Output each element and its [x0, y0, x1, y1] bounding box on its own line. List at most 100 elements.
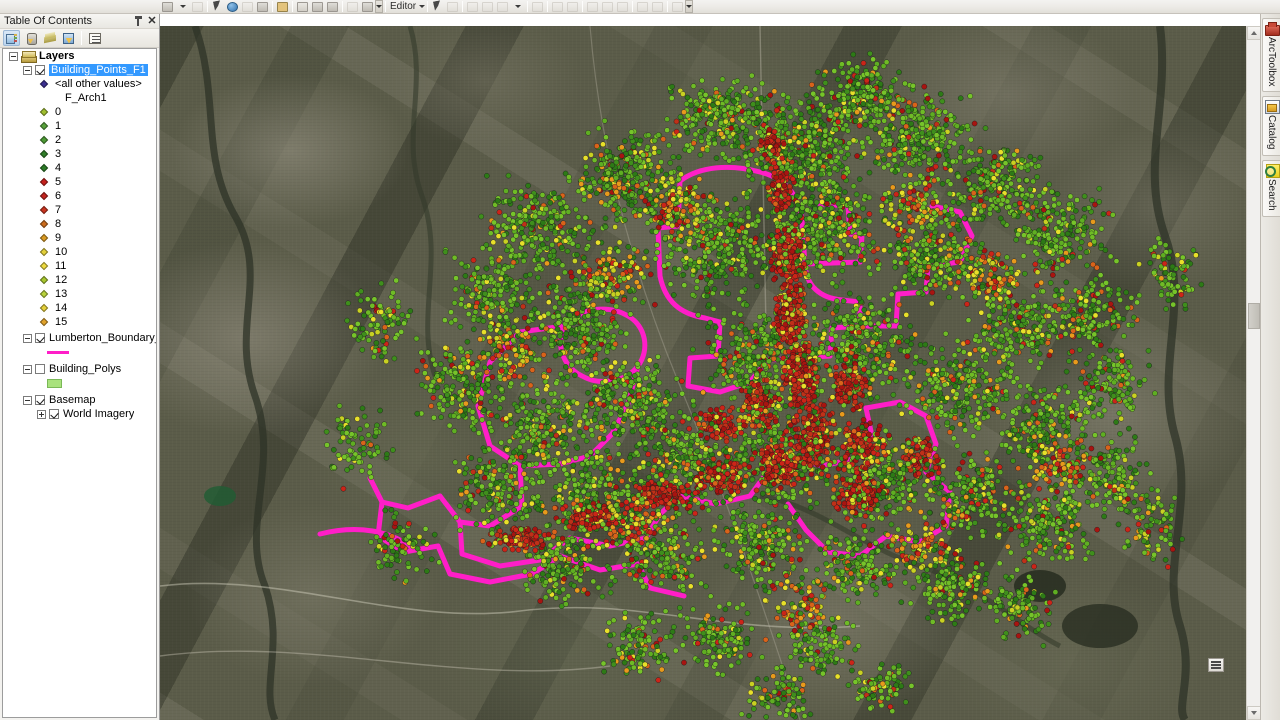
- collapse-layer-icon[interactable]: [23, 65, 32, 75]
- dock-tab-catalog[interactable]: Catalog: [1262, 96, 1280, 156]
- layer-visibility-checkbox[interactable]: [35, 65, 45, 75]
- toc-legend-class-row[interactable]: 0: [3, 105, 156, 119]
- split-button[interactable]: [565, 0, 580, 13]
- dock-tab-search[interactable]: Search: [1262, 159, 1280, 217]
- toc-options-button[interactable]: [86, 30, 103, 46]
- html-popup-button[interactable]: [255, 0, 270, 13]
- identify-button[interactable]: [225, 0, 240, 13]
- toc-layer-label: Building_Polys: [49, 363, 122, 375]
- toc-legend-class-row[interactable]: 7: [3, 203, 156, 217]
- scroll-down-button[interactable]: [1247, 706, 1260, 720]
- find-button[interactable]: [295, 0, 310, 13]
- collapse-root-icon[interactable]: [9, 51, 18, 61]
- toc-legend-class-row[interactable]: 1: [3, 119, 156, 133]
- toolbar-separator: [272, 1, 273, 12]
- map-vertical-scrollbar[interactable]: [1246, 26, 1260, 720]
- map-attribution-button[interactable]: [1208, 658, 1224, 672]
- toc-legend-class-row[interactable]: 15: [3, 315, 156, 329]
- toc-layer-building-points[interactable]: Building_Points_F1: [3, 63, 156, 77]
- list-by-drawing-order-button[interactable]: [3, 30, 20, 46]
- toc-legend-boundary-symbol: [3, 345, 156, 359]
- table-button[interactable]: [635, 0, 650, 13]
- toc-legend-class-row[interactable]: 13: [3, 287, 156, 301]
- hyperlink-button[interactable]: [240, 0, 255, 13]
- scrollbar-thumb[interactable]: [1248, 303, 1260, 329]
- arc-dropdown[interactable]: [510, 0, 525, 13]
- toc-layer-lumberton-boundary[interactable]: Lumberton_Boundary_Or: [3, 331, 156, 345]
- chevron-down-icon: [515, 5, 522, 8]
- scroll-up-button[interactable]: [1247, 26, 1260, 40]
- sketch-properties-button[interactable]: [530, 0, 545, 13]
- edit-tool-button[interactable]: [430, 0, 445, 13]
- toc-legend-class-row[interactable]: 2: [3, 133, 156, 147]
- toc-legend-class-row[interactable]: 3: [3, 147, 156, 161]
- selection-icon: [62, 32, 75, 44]
- collapse-layer-icon[interactable]: [23, 364, 32, 374]
- toc-legend-class-row[interactable]: 6: [3, 189, 156, 203]
- time-slider-button[interactable]: [345, 0, 360, 13]
- dock-tab-arctoolbox[interactable]: ArcToolbox: [1262, 18, 1280, 93]
- toc-layer-basemap[interactable]: Basemap: [3, 393, 156, 407]
- collapse-layer-icon[interactable]: [23, 395, 32, 405]
- pan-tool-dropdown[interactable]: [175, 0, 190, 13]
- toc-legend-class-row[interactable]: 10: [3, 245, 156, 259]
- toc-layer-world-imagery[interactable]: World Imagery: [3, 407, 156, 421]
- toc-layer-building-polys[interactable]: Building_Polys: [3, 362, 156, 376]
- construct-polygon-button[interactable]: [550, 0, 565, 13]
- auto-hide-pin-button[interactable]: [131, 14, 145, 28]
- select-features-button[interactable]: [210, 0, 225, 13]
- editor-windows-button[interactable]: [670, 0, 685, 13]
- editor-menu[interactable]: Editor: [388, 1, 418, 12]
- toc-legend-all-other-values[interactable]: <all other values>: [3, 77, 156, 91]
- tools-toolbar-overflow[interactable]: [375, 0, 383, 13]
- line-symbol-icon: [47, 350, 69, 354]
- edit-annotation-button[interactable]: [445, 0, 460, 13]
- attributes-button[interactable]: [615, 0, 630, 13]
- expand-layer-icon[interactable]: [37, 409, 46, 419]
- create-viewer-button[interactable]: [360, 0, 375, 13]
- endpoint-arc-button[interactable]: [495, 0, 510, 13]
- toc-legend-class-row[interactable]: 12: [3, 273, 156, 287]
- rotate-button[interactable]: [600, 0, 615, 13]
- collapse-layer-icon[interactable]: [23, 333, 32, 343]
- toc-legend-class-row[interactable]: 4: [3, 161, 156, 175]
- toolbar-separator: [632, 1, 634, 12]
- list-by-source-button[interactable]: [22, 30, 39, 46]
- layer-visibility-checkbox[interactable]: [35, 364, 45, 374]
- arcmap-window: Editor Table Of Contents ✕ Layers Buildi…: [0, 0, 1280, 720]
- merge-button[interactable]: [585, 0, 600, 13]
- toc-legend-class-row[interactable]: 8: [3, 217, 156, 231]
- layer-visibility-checkbox[interactable]: [35, 395, 45, 405]
- layer-visibility-checkbox[interactable]: [35, 333, 45, 343]
- sketch-window-button[interactable]: [650, 0, 665, 13]
- arctoolbox-icon: [1265, 22, 1280, 36]
- editor-toolbar-overflow[interactable]: [685, 0, 694, 13]
- map-view[interactable]: [160, 14, 1260, 720]
- toolbar-separator: [582, 1, 584, 12]
- chevron-down-icon[interactable]: [419, 5, 426, 8]
- diamond-symbol-icon: [39, 191, 49, 201]
- toc-legend-class-row[interactable]: 11: [3, 259, 156, 273]
- toc-legend-class-row[interactable]: 14: [3, 301, 156, 315]
- go-to-xy-button[interactable]: [325, 0, 340, 13]
- toolbar-separator: [427, 1, 429, 12]
- measure-button[interactable]: [275, 0, 290, 13]
- clock-icon: [347, 1, 358, 12]
- straight-segment-button[interactable]: [465, 0, 480, 13]
- legend-symbol: [37, 79, 51, 89]
- layer-visibility-checkbox[interactable]: [49, 409, 59, 419]
- toc-root-layers[interactable]: Layers: [3, 49, 156, 63]
- pan-tool-button[interactable]: [160, 0, 175, 13]
- list-by-visibility-button[interactable]: [41, 30, 58, 46]
- toc-legend-class-row[interactable]: 9: [3, 231, 156, 245]
- list-by-selection-button[interactable]: [60, 30, 77, 46]
- close-panel-button[interactable]: ✕: [145, 14, 159, 28]
- map-canvas[interactable]: [160, 26, 1246, 720]
- trace-button[interactable]: [480, 0, 495, 13]
- refresh-view-button[interactable]: [190, 0, 205, 13]
- legend-label: 6: [55, 190, 62, 202]
- toc-layer-tree[interactable]: Layers Building_Points_F1 <all other val…: [2, 48, 157, 718]
- find-route-button[interactable]: [310, 0, 325, 13]
- toc-legend-class-row[interactable]: 5: [3, 175, 156, 189]
- diamond-symbol-icon: [39, 79, 49, 89]
